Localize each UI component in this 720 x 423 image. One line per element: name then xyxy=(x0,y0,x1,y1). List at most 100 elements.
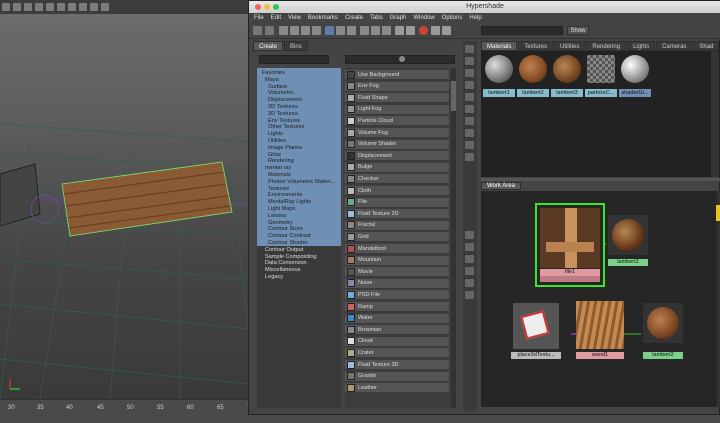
viewport-panel[interactable] xyxy=(0,0,250,423)
show-button[interactable]: Show xyxy=(567,26,589,35)
new-tab-icon[interactable] xyxy=(465,45,474,53)
sort-icon[interactable] xyxy=(465,69,474,77)
node-list-scrollbar[interactable] xyxy=(451,68,456,408)
tab-lights[interactable]: Lights xyxy=(627,41,656,51)
materials-scrollbar[interactable] xyxy=(711,51,719,177)
select-tool-icon[interactable] xyxy=(2,3,10,11)
scrollbar-thumb[interactable] xyxy=(451,81,456,111)
work-area-graph[interactable]: file1 lambert3 place3dTextu... wood1 lam… xyxy=(481,191,717,407)
add-selected-icon[interactable] xyxy=(336,26,345,35)
work-area-tool-icon[interactable] xyxy=(465,279,474,287)
graph-input-icon[interactable] xyxy=(279,26,288,35)
tree-item[interactable]: Light Maps xyxy=(257,206,341,213)
node-list-item[interactable]: Bulge xyxy=(345,162,449,173)
work-area-tool-icon[interactable] xyxy=(465,267,474,275)
sort-name-icon[interactable] xyxy=(465,117,474,125)
tab-work-area[interactable]: Work Area xyxy=(481,182,521,190)
node-list-item[interactable]: Mandelbrot xyxy=(345,244,449,254)
tree-item[interactable]: Other Textures xyxy=(257,124,341,131)
node-list-item[interactable]: Granite xyxy=(345,371,449,382)
tab-textures[interactable]: Textures xyxy=(518,41,554,51)
zoom-button[interactable] xyxy=(273,4,279,10)
tree-item[interactable]: Surface xyxy=(257,84,341,91)
swatch-lambert2[interactable]: lambert2 xyxy=(517,53,549,97)
node-list-item[interactable]: Env Fog xyxy=(345,81,449,92)
connected-mode-icon[interactable] xyxy=(371,26,380,35)
window-titlebar[interactable]: Hypershade xyxy=(249,1,720,13)
swatch-toggle-icon[interactable] xyxy=(395,26,404,35)
tree-item[interactable]: Env Textures xyxy=(257,118,341,125)
reverse-order-icon[interactable] xyxy=(465,153,474,161)
node-ports[interactable] xyxy=(540,276,600,282)
node-list-item[interactable]: Ramp xyxy=(345,302,449,312)
frame-all-icon[interactable] xyxy=(431,26,440,35)
menu-tabs[interactable]: Tabs xyxy=(370,15,383,21)
xray-icon[interactable] xyxy=(68,3,76,11)
texture-icon[interactable] xyxy=(46,3,54,11)
node-lambert2[interactable]: lambert2 xyxy=(641,303,685,365)
layout-icon[interactable] xyxy=(265,26,274,35)
work-area-tool-icon[interactable] xyxy=(465,255,474,263)
menu-edit[interactable]: Edit xyxy=(271,15,281,21)
node-list-item[interactable]: Cloth xyxy=(345,186,449,196)
node-wood1[interactable]: wood1 xyxy=(576,301,624,365)
menu-file[interactable]: File xyxy=(254,15,264,21)
node-list-item[interactable]: Displacement xyxy=(345,151,449,162)
graph-both-icon[interactable] xyxy=(301,26,310,35)
tree-item[interactable]: Utilities xyxy=(257,138,341,145)
menu-view[interactable]: View xyxy=(288,15,301,21)
node-list-item[interactable]: Cloud xyxy=(345,336,449,347)
node-list-item[interactable]: Grid xyxy=(345,232,449,243)
filter-input[interactable] xyxy=(481,26,563,35)
tree-search-input[interactable] xyxy=(259,55,329,64)
tree-item[interactable]: Environments xyxy=(257,192,341,199)
sort-time-icon[interactable] xyxy=(465,141,474,149)
swatch-particlecloud[interactable]: particleC... xyxy=(585,53,617,97)
rearrange-icon[interactable] xyxy=(325,26,334,35)
tab-cameras[interactable]: Cameras xyxy=(656,41,693,51)
node-list-item[interactable]: Checker xyxy=(345,174,449,185)
tree-item[interactable]: 2D Textures xyxy=(257,104,341,111)
tree-item[interactable]: Materials xyxy=(257,172,341,179)
view-icon[interactable] xyxy=(465,81,474,89)
node-list-item[interactable]: Volume Shader xyxy=(345,139,449,150)
tab-utilities[interactable]: Utilities xyxy=(554,41,586,51)
work-area-tool-icon[interactable] xyxy=(465,231,474,239)
tree-item[interactable]: Photon Volumetric Materi... xyxy=(257,179,341,186)
toggle-panel-icon[interactable] xyxy=(253,26,262,35)
node-list-item[interactable]: Movie xyxy=(345,267,449,278)
shading-icon[interactable] xyxy=(35,3,43,11)
tree-item[interactable]: Rendering xyxy=(257,158,341,165)
tab-shading-groups[interactable]: Shad xyxy=(693,41,720,51)
menu-bookmarks[interactable]: Bookmarks xyxy=(308,15,338,21)
node-list-item[interactable]: Fractal xyxy=(345,220,449,231)
close-button[interactable] xyxy=(255,4,261,10)
sort-type-icon[interactable] xyxy=(465,129,474,137)
menu-create[interactable]: Create xyxy=(345,15,363,21)
node-list-item[interactable]: Brownian xyxy=(345,325,449,336)
node-lambert3[interactable]: lambert3 xyxy=(606,213,650,275)
simple-mode-icon[interactable] xyxy=(360,26,369,35)
tree-item[interactable]: Contour Shader xyxy=(257,240,341,247)
tree-item[interactable]: 3D Textures xyxy=(257,111,341,118)
lights-icon[interactable] xyxy=(57,3,65,11)
graph-icon[interactable] xyxy=(465,57,474,65)
tab-rendering[interactable]: Rendering xyxy=(586,41,627,51)
node-list-item[interactable]: File xyxy=(345,197,449,208)
menu-graph[interactable]: Graph xyxy=(390,15,407,21)
tree-item[interactable]: Sample Compositing xyxy=(257,254,341,261)
work-area-tool-icon[interactable] xyxy=(465,291,474,299)
graph-output-icon[interactable] xyxy=(290,26,299,35)
slider-handle-icon[interactable] xyxy=(399,56,405,62)
snapshot-icon[interactable] xyxy=(101,3,109,11)
tree-item[interactable]: Miscellaneous xyxy=(257,267,341,274)
tree-item[interactable]: Data Conversion xyxy=(257,260,341,267)
tree-item[interactable]: Favorites xyxy=(257,70,341,77)
render-icon[interactable] xyxy=(419,26,428,35)
menu-options[interactable]: Options xyxy=(442,15,463,21)
swatch-lambert3[interactable]: lambert3 xyxy=(551,53,583,97)
tree-item[interactable]: MentalRay Lights xyxy=(257,199,341,206)
tree-item[interactable]: Contour Contrast xyxy=(257,233,341,240)
tree-item[interactable]: Geometry xyxy=(257,220,341,227)
tree-item[interactable]: Lights xyxy=(257,131,341,138)
